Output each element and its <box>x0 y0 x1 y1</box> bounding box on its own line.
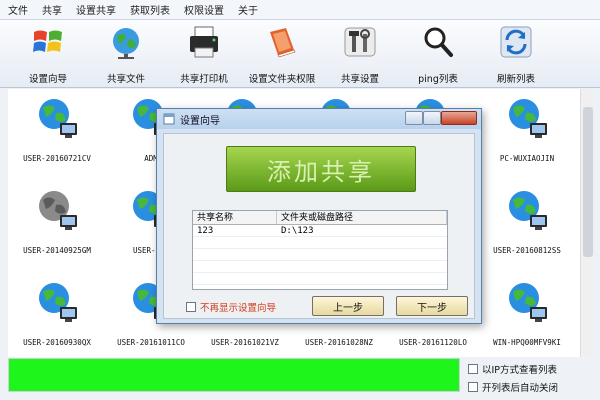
refresh-list-label: 刷新列表 <box>496 74 535 85</box>
host-name: USER-20140925GM <box>23 246 91 255</box>
host-name: USER-20161120LO <box>399 338 467 347</box>
host-item[interactable]: USER-20160812SS <box>482 187 572 267</box>
refresh-list-button[interactable]: 刷新列表 <box>476 24 556 86</box>
computer-globe-icon <box>39 191 77 230</box>
share-file-label: 共享文件 <box>106 74 145 85</box>
computer-globe-icon <box>509 283 547 322</box>
close-after-option[interactable]: 开列表后自动关闭 <box>468 380 558 394</box>
computer-globe-icon <box>39 283 77 322</box>
maximize-button[interactable] <box>423 111 441 125</box>
progress-fill <box>9 359 459 391</box>
printer-icon <box>190 26 218 58</box>
wizard-label: 设置向导 <box>28 74 67 85</box>
table-row[interactable]: 123 D:\123 <box>193 225 447 237</box>
host-name: USER-20161028NZ <box>305 338 373 347</box>
col-folder-path[interactable]: 文件夹或磁盘路径 <box>277 211 447 224</box>
ip-view-option[interactable]: 以IP方式查看列表 <box>468 362 557 376</box>
prev-button[interactable]: 上一步 <box>312 296 384 316</box>
table-row[interactable] <box>193 249 447 261</box>
tools-icon <box>344 27 376 57</box>
share-printer-button[interactable]: 共享打印机 <box>164 24 244 86</box>
host-name: USER-20161011CO <box>117 338 185 347</box>
share-file-button[interactable]: 共享文件 <box>86 24 166 86</box>
share-printer-label: 共享打印机 <box>180 74 228 85</box>
window-icon <box>163 113 175 125</box>
vertical-scrollbar[interactable] <box>580 89 594 357</box>
globe-network-icon <box>113 28 139 59</box>
share-name-cell <box>193 249 277 260</box>
host-name: USER-20160721CV <box>23 154 91 163</box>
host-item[interactable]: PC-WUXIAOJIN <box>482 95 572 175</box>
minimize-button[interactable] <box>405 111 423 125</box>
dialog-body: 添加共享 共享名称 文件夹或磁盘路径 123 D:\123 不再显示设置向导 上一… <box>163 133 475 319</box>
share-table-header: 共享名称 文件夹或磁盘路径 <box>193 211 447 225</box>
menu-about[interactable]: 关于 <box>238 2 258 17</box>
menu-get-list[interactable]: 获取列表 <box>130 2 170 17</box>
setup-wizard-dialog: 设置向导 添加共享 共享名称 文件夹或磁盘路径 123 D:\123 不再显示设置… <box>156 108 482 324</box>
app-window: 文件 共享 设置共享 获取列表 权限设置 关于 设置向导 共享文件 共享打印机 … <box>0 0 600 400</box>
magnifier-icon <box>424 27 453 57</box>
ping-list-label: ping列表 <box>418 74 458 85</box>
host-name: WIN-HPQ00MFV9KI <box>493 338 561 347</box>
folder-path-cell: D:\123 <box>281 226 314 236</box>
menu-file[interactable]: 文件 <box>8 2 28 17</box>
dialog-title: 设置向导 <box>180 115 220 127</box>
host-name: PC-WUXIAOJIN <box>499 154 555 163</box>
dialog-titlebar[interactable]: 设置向导 <box>157 109 481 129</box>
share-settings-label: 共享设置 <box>340 74 379 85</box>
table-row[interactable] <box>193 273 447 285</box>
ping-list-button[interactable]: ping列表 <box>398 24 478 86</box>
share-name-cell: 123 <box>197 226 214 236</box>
host-name: USER-20160812SS <box>493 246 561 255</box>
host-item[interactable]: USER-20160930QX <box>12 279 102 359</box>
scroll-thumb[interactable] <box>583 107 593 257</box>
computer-globe-icon <box>509 191 547 230</box>
share-name-cell <box>193 273 277 284</box>
close-button[interactable] <box>441 111 477 125</box>
share-table-body: 123 D:\123 <box>193 225 447 285</box>
computer-globe-icon <box>509 99 547 138</box>
share-name-cell <box>193 237 277 248</box>
ip-view-label: 以IP方式查看列表 <box>482 365 558 376</box>
windows-flag-icon <box>33 30 62 52</box>
computer-globe-icon <box>39 99 77 138</box>
share-table: 共享名称 文件夹或磁盘路径 123 D:\123 <box>192 210 448 290</box>
table-row[interactable] <box>193 261 447 273</box>
folder-permissions-label: 设置文件夹权限 <box>248 74 316 85</box>
progress-bar <box>8 358 460 392</box>
menu-share[interactable]: 共享 <box>42 2 62 17</box>
close-after-label: 开列表后自动关闭 <box>482 383 559 394</box>
ip-view-checkbox[interactable] <box>468 364 478 374</box>
folder-path-cell <box>277 273 447 284</box>
refresh-icon <box>500 26 532 58</box>
toolbar: 设置向导 共享文件 共享打印机 设置文件夹权限 共享设置 ping列表 刷新列表 <box>0 20 600 88</box>
host-item[interactable]: WIN-HPQ00MFV9KI <box>482 279 572 359</box>
col-share-name[interactable]: 共享名称 <box>193 211 277 224</box>
noshow-label: 不再显示设置向导 <box>200 303 277 314</box>
noshow-option[interactable]: 不再显示设置向导 <box>186 300 276 314</box>
host-name: USER-20161021VZ <box>211 338 279 347</box>
noshow-checkbox[interactable] <box>186 302 196 312</box>
wizard-button[interactable]: 设置向导 <box>8 24 88 86</box>
folder-permissions-button[interactable]: 设置文件夹权限 <box>242 24 322 86</box>
host-item[interactable]: USER-20140925GM <box>12 187 102 267</box>
menu-permissions[interactable]: 权限设置 <box>184 2 224 17</box>
menu-bar: 文件 共享 设置共享 获取列表 权限设置 关于 <box>0 0 600 20</box>
folder-path-cell <box>277 261 447 272</box>
host-name: USER-20160930QX <box>23 338 91 347</box>
add-share-button[interactable]: 添加共享 <box>226 146 416 192</box>
table-row[interactable] <box>193 237 447 249</box>
next-button[interactable]: 下一步 <box>396 296 468 316</box>
folder-path-cell <box>277 249 447 260</box>
folder-path-cell <box>277 237 447 248</box>
host-item[interactable]: USER-20160721CV <box>12 95 102 175</box>
share-settings-button[interactable]: 共享设置 <box>320 24 400 86</box>
menu-set-share[interactable]: 设置共享 <box>76 2 116 17</box>
share-name-cell <box>193 261 277 272</box>
dialog-footer: 不再显示设置向导 上一步 下一步 <box>164 294 474 320</box>
close-after-checkbox[interactable] <box>468 382 478 392</box>
folder-book-icon <box>270 28 296 58</box>
